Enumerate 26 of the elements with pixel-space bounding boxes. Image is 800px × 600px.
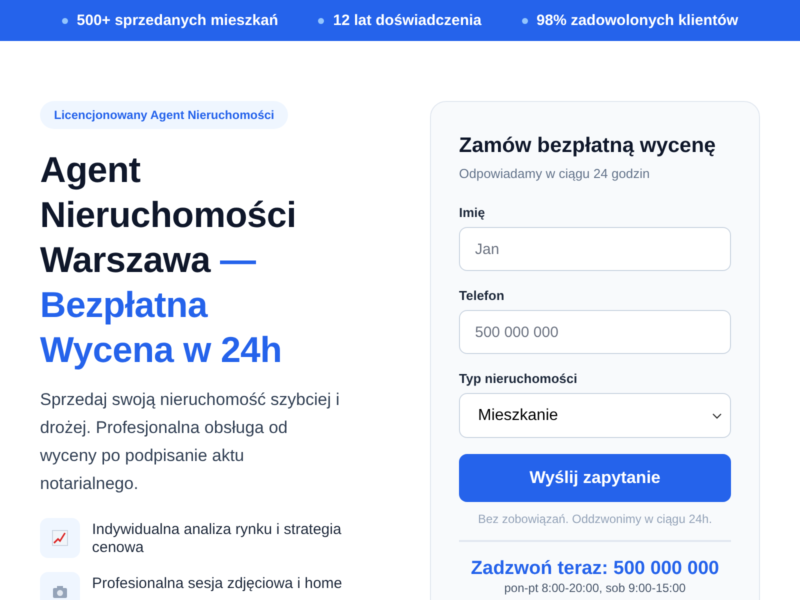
chart-icon: [52, 530, 68, 546]
camera-icon: [52, 584, 68, 600]
license-badge: Licencjonowany Agent Nieruchomości: [40, 101, 288, 129]
bullet-dot-icon: [62, 18, 68, 24]
form-title: Zamów bezpłatną wycenę: [459, 134, 717, 158]
stat-text: 12 lat doświadczenia: [333, 12, 482, 29]
hero-heading: Agent Nieruchomości Warszawa — Bezpłatna Wycena w 24h: [40, 148, 298, 372]
input-field[interactable]: Jan: [459, 227, 731, 271]
feature-text: Indywidualna analiza rynku i strategia cenowa: [92, 521, 342, 557]
form-subtitle: Odpowiadamy w ciągu 24 godzin: [459, 166, 651, 181]
bullet-dot-icon: [318, 18, 324, 24]
hero-description: Sprzedaj swoją nieruchomość szybciej i drożej. Profesjonalna obsługa od wyceny po podpisanie aktu notarialnego.: [40, 389, 340, 495]
select-dropdown[interactable]: Mieszkanie: [459, 393, 731, 438]
input-field[interactable]: 500 000 000: [459, 310, 731, 354]
stat-text: 98% zadowolonych klientów: [536, 12, 738, 29]
form-note: Bez zobowiązań. Oddzwonimy w ciągu 24h.: [476, 512, 714, 526]
stat-text: 500+ sprzedanych mieszkań: [76, 12, 278, 29]
field-label: Imię: [459, 205, 486, 220]
call-text: Zadzwoń teraz: 500 000 000: [470, 558, 720, 580]
feature-text: Profesionalna sesja zdjęciowa i home: [92, 575, 342, 593]
submit-button[interactable]: Wyślij zapytanie: [459, 454, 731, 502]
field-label: Telefon: [459, 288, 506, 303]
bullet-dot-icon: [522, 18, 528, 24]
chevron-down-icon: [712, 412, 722, 418]
field-label: Typ nieruchomości: [459, 371, 578, 386]
opening-hours: pon-pt 8:00-20:00, sob 9:00-15:00: [503, 581, 687, 595]
